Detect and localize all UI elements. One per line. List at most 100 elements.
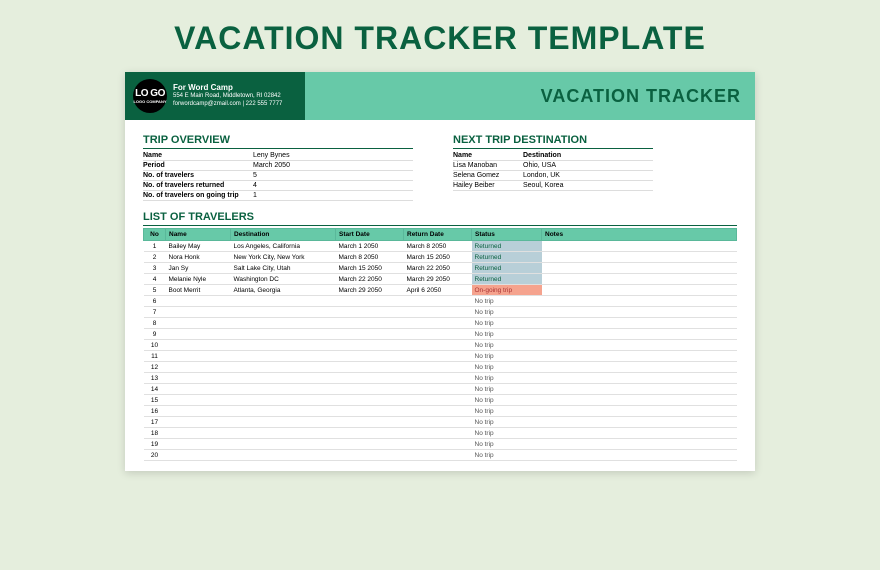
cell-dest	[231, 450, 336, 461]
cell-start	[336, 307, 404, 318]
table-row: 5Boot MerritAtlanta, GeorgiaMarch 29 205…	[144, 285, 737, 296]
th-name: Name	[166, 229, 231, 241]
cell-notes	[542, 428, 737, 439]
cell-name	[166, 340, 231, 351]
cell-return	[404, 351, 472, 362]
cell-status: Returned	[472, 274, 542, 285]
cell-start	[336, 428, 404, 439]
cell-return: March 8 2050	[404, 241, 472, 252]
cell-dest: Salt Lake City, Utah	[231, 263, 336, 274]
overview-table: NameLeny BynesPeriodMarch 2050No. of tra…	[143, 151, 413, 201]
cell-status: No trip	[472, 351, 542, 362]
cell-return	[404, 340, 472, 351]
th-no: No	[144, 229, 166, 241]
cell-dest	[231, 428, 336, 439]
table-row: 2Nora HonkNew York City, New YorkMarch 8…	[144, 252, 737, 263]
cell-status: No trip	[472, 417, 542, 428]
cell-return	[404, 384, 472, 395]
tracker-title: VACATION TRACKER	[541, 86, 741, 107]
cell-name: Nora Honk	[166, 252, 231, 263]
cell-no: 11	[144, 351, 166, 362]
cell-start: March 8 2050	[336, 252, 404, 263]
company-contact: forwordcamp@zmail.com | 222 555 7777	[173, 101, 282, 109]
cell-start	[336, 450, 404, 461]
next-trip-dest: Seoul, Korea	[523, 182, 593, 189]
cell-notes	[542, 285, 737, 296]
cell-status: No trip	[472, 406, 542, 417]
cell-no: 13	[144, 373, 166, 384]
cell-status: No trip	[472, 362, 542, 373]
logo-icon: LO GO LOGO COMPANY	[133, 79, 167, 113]
cell-return	[404, 329, 472, 340]
cell-no: 7	[144, 307, 166, 318]
cell-status: No trip	[472, 340, 542, 351]
overview-label: No. of travelers on going trip	[143, 192, 253, 199]
cell-name	[166, 296, 231, 307]
th-return: Return Date	[404, 229, 472, 241]
next-trip-dest: London, UK	[523, 172, 593, 179]
cell-no: 2	[144, 252, 166, 263]
cell-name: Melanie Nyle	[166, 274, 231, 285]
cell-notes	[542, 351, 737, 362]
cell-name	[166, 406, 231, 417]
cell-no: 4	[144, 274, 166, 285]
cell-start	[336, 406, 404, 417]
overview-value: 1	[253, 192, 413, 199]
overview-value: 5	[253, 172, 413, 179]
cell-no: 19	[144, 439, 166, 450]
cell-no: 8	[144, 318, 166, 329]
cell-no: 14	[144, 384, 166, 395]
cell-status: Returned	[472, 263, 542, 274]
cell-dest	[231, 340, 336, 351]
cell-name	[166, 395, 231, 406]
next-trip-row: Hailey BeiberSeoul, Korea	[453, 181, 653, 191]
cell-dest	[231, 318, 336, 329]
cell-return	[404, 362, 472, 373]
cell-status: No trip	[472, 373, 542, 384]
cell-notes	[542, 274, 737, 285]
cell-dest	[231, 329, 336, 340]
next-trip-dest: Ohio, USA	[523, 162, 593, 169]
cell-status: No trip	[472, 318, 542, 329]
cell-return: March 15 2050	[404, 252, 472, 263]
travelers-table: No Name Destination Start Date Return Da…	[143, 228, 737, 461]
cell-dest: Washington DC	[231, 274, 336, 285]
overview-row: No. of travelers on going trip1	[143, 191, 413, 201]
cell-status: No trip	[472, 329, 542, 340]
overview-label: No. of travelers returned	[143, 182, 253, 189]
header-bar: LO GO LOGO COMPANY For Word Camp 554 E M…	[125, 72, 755, 120]
overview-label: Name	[143, 152, 253, 159]
cell-notes	[542, 340, 737, 351]
cell-name	[166, 318, 231, 329]
table-row: 15No trip	[144, 395, 737, 406]
cell-name	[166, 351, 231, 362]
cell-dest	[231, 373, 336, 384]
travelers-header-row: No Name Destination Start Date Return Da…	[144, 229, 737, 241]
spreadsheet-document: LO GO LOGO COMPANY For Word Camp 554 E M…	[125, 72, 755, 471]
cell-name	[166, 329, 231, 340]
cell-notes	[542, 307, 737, 318]
cell-start	[336, 417, 404, 428]
travelers-section: LIST OF TRAVELERS No Name Destination St…	[143, 211, 737, 461]
cell-start: March 1 2050	[336, 241, 404, 252]
cell-notes	[542, 296, 737, 307]
cell-no: 17	[144, 417, 166, 428]
next-trip-row: Lisa ManobanOhio, USA	[453, 161, 653, 171]
next-trip-name: Selena Gomez	[453, 172, 523, 179]
table-row: 6No trip	[144, 296, 737, 307]
next-trip-title: NEXT TRIP DESTINATION	[453, 134, 653, 149]
overview-row: PeriodMarch 2050	[143, 161, 413, 171]
cell-name	[166, 450, 231, 461]
company-info: For Word Camp 554 E Main Road, Middletow…	[173, 83, 282, 109]
cell-status: Returned	[472, 252, 542, 263]
logo-sub-text: LOGO COMPANY	[133, 100, 166, 104]
cell-no: 16	[144, 406, 166, 417]
table-row: 13 No trip	[144, 373, 737, 384]
cell-return: March 22 2050	[404, 263, 472, 274]
cell-name: Bailey May	[166, 241, 231, 252]
cell-notes	[542, 318, 737, 329]
cell-return	[404, 417, 472, 428]
cell-no: 15	[144, 395, 166, 406]
cell-status: No trip	[472, 439, 542, 450]
cell-start	[336, 340, 404, 351]
